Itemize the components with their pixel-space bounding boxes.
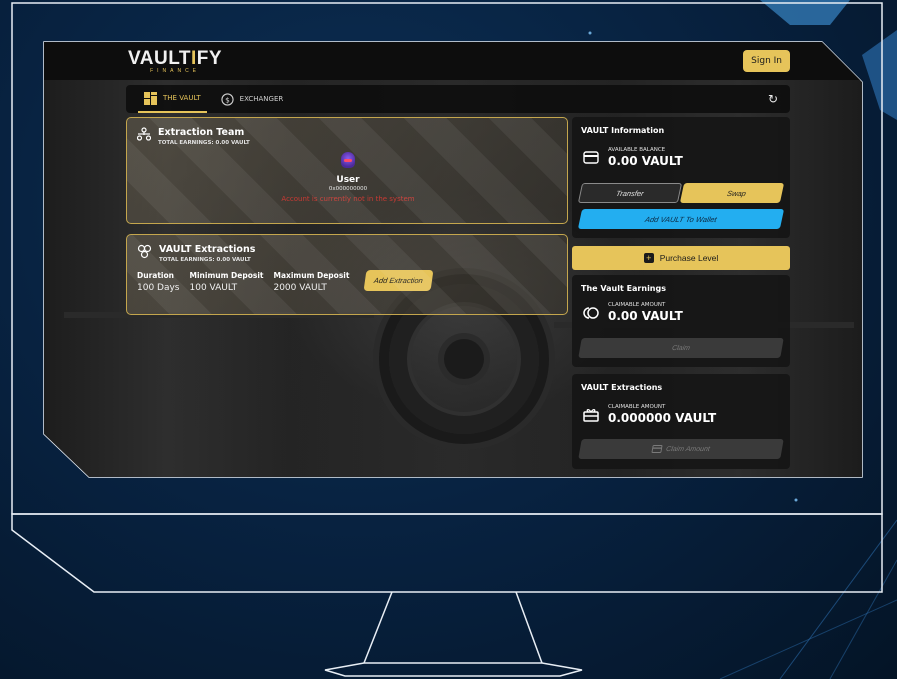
extractions-earnings: TOTAL EARNINGS: 0.00 VAULT xyxy=(159,257,251,263)
vault-earnings-panel: The Vault Earnings CLAIMABLE AMOUNT 0.00… xyxy=(572,275,790,367)
extraction-terms: Duration 100 Days Minimum Deposit 100 VA… xyxy=(137,270,434,293)
vault-information-panel: VAULT Information AVAILABLE BALANCE 0.00… xyxy=(572,117,790,238)
avatar xyxy=(341,152,355,168)
user-block: User 0x000000000 Account is currently no… xyxy=(127,152,567,203)
app-header: VAULTIFY FINANCE Sign In xyxy=(44,42,862,80)
logo[interactable]: VAULTIFY FINANCE xyxy=(128,49,222,74)
user-name: User xyxy=(336,175,360,185)
extractions-claimable-value: 0.000000 VAULT xyxy=(608,411,717,425)
min-deposit-header: Minimum Deposit xyxy=(189,271,264,280)
add-vault-to-wallet-button[interactable]: Add VAULT To Wallet xyxy=(577,209,785,229)
earnings-claimable-label: CLAIMABLE AMOUNT xyxy=(608,302,666,308)
extractions-claimable-label: CLAIMABLE AMOUNT xyxy=(608,404,666,410)
svg-text:$: $ xyxy=(225,95,230,104)
add-extraction-button[interactable]: Add Extraction xyxy=(363,270,434,291)
grid-icon xyxy=(144,91,157,105)
extraction-team-card: Extraction Team TOTAL EARNINGS: 0.00 VAU… xyxy=(126,117,568,224)
account-warning: Account is currently not in the system xyxy=(281,195,415,203)
coins-icon xyxy=(583,306,599,319)
earnings-title: The Vault Earnings xyxy=(581,284,666,293)
claim-amount-button[interactable]: Claim Amount xyxy=(578,439,784,459)
vault-extractions-title: VAULT Extractions xyxy=(581,383,663,392)
team-icon xyxy=(137,127,151,141)
wallet-icon xyxy=(651,445,663,453)
balance-label: AVAILABLE BALANCE xyxy=(608,147,666,153)
wallet-icon xyxy=(583,151,599,164)
duration-header: Duration xyxy=(137,271,174,280)
tab-the-vault[interactable]: THE VAULT xyxy=(138,85,207,113)
extractions-title: VAULT Extractions xyxy=(159,244,256,255)
vault-hub xyxy=(444,339,484,379)
min-deposit-value: 100 VAULT xyxy=(189,283,238,293)
tab-bar: THE VAULT $ EXCHANGER ↻ xyxy=(126,85,790,113)
vault-extractions-card: VAULT Extractions TOTAL EARNINGS: 0.00 V… xyxy=(126,234,568,315)
purchase-level-button[interactable]: + Purchase Level xyxy=(572,246,790,270)
info-title: VAULT Information xyxy=(581,126,665,135)
gift-icon xyxy=(583,409,599,422)
vault-extractions-panel: VAULT Extractions CLAIMABLE AMOUNT 0.000… xyxy=(572,374,790,469)
sign-in-button[interactable]: Sign In xyxy=(743,50,790,72)
balance-value: 0.00 VAULT xyxy=(608,154,683,168)
team-earnings: TOTAL EARNINGS: 0.00 VAULT xyxy=(158,140,250,146)
earnings-claimable-value: 0.00 VAULT xyxy=(608,309,683,323)
plus-icon: + xyxy=(643,253,654,263)
extraction-icon xyxy=(137,244,152,259)
max-deposit-header: Maximum Deposit xyxy=(273,271,350,280)
swap-button[interactable]: Swap xyxy=(679,183,785,203)
claim-button[interactable]: Claim xyxy=(578,338,784,358)
max-deposit-value: 2000 VAULT xyxy=(273,283,327,293)
exchange-icon: $ xyxy=(221,92,234,106)
tab-exchanger[interactable]: $ EXCHANGER xyxy=(215,85,290,113)
user-address: 0x000000000 xyxy=(328,186,368,192)
transfer-button[interactable]: Transfer xyxy=(577,183,683,203)
refresh-icon[interactable]: ↻ xyxy=(768,92,778,106)
app-screen: VAULTIFY FINANCE Sign In THE VAULT $ EXC… xyxy=(44,42,862,477)
team-title: Extraction Team xyxy=(158,127,245,138)
duration-value: 100 Days xyxy=(137,283,180,293)
